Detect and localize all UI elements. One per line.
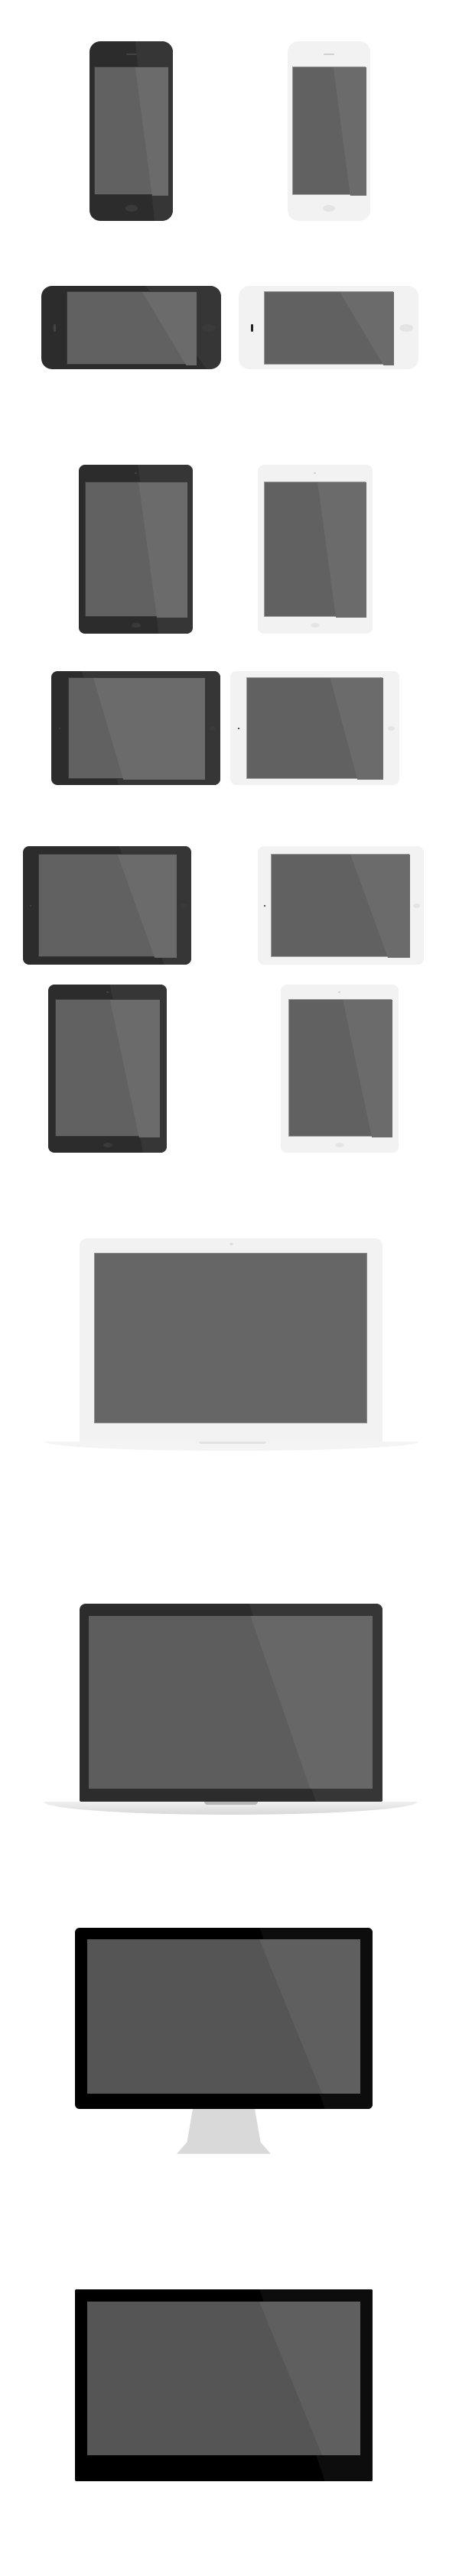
tablet-mini-dark-landscape [51,671,220,785]
screen [271,854,410,958]
screen-glare [350,855,410,958]
screen-glare [142,292,197,365]
phone-dark-portrait [90,41,173,221]
screen [94,1253,367,1423]
screen [85,482,187,618]
tablet-mini-white-portrait [258,465,373,634]
screen [68,677,205,780]
screen [87,1939,360,2094]
speaker-icon [250,323,253,332]
phone-white-portrait [288,41,370,221]
screen-glare [333,67,366,196]
tablet-mini-dark-portrait [79,465,193,634]
home-button-icon [399,323,413,332]
screen [55,999,160,1137]
screen-glare [117,855,177,958]
speaker-icon [53,323,56,332]
screen-glare [259,1939,360,2094]
home-button-icon [103,1142,112,1147]
home-button-icon [131,623,141,628]
camera-icon [106,991,109,993]
camera-icon [314,472,316,474]
screen-glare [259,2302,360,2455]
tablet-mini-white-landscape [230,671,399,785]
screen-glare [250,1616,373,1789]
trackpad-notch [199,1442,266,1444]
screen-glare [138,482,187,618]
screen-glare [135,67,168,196]
camera-icon [134,472,137,474]
home-button-icon [413,903,420,908]
laptop-dark [80,1604,382,1802]
speaker-icon [324,53,334,55]
phone-white-landscape [239,286,418,369]
home-button-icon [311,623,320,628]
screen [292,67,366,196]
screen-glare [330,678,383,780]
home-button-icon [387,725,395,731]
screen [67,291,197,365]
home-button-icon [180,903,187,908]
screen [264,482,366,618]
screen [288,999,392,1137]
home-button-icon [209,725,216,731]
camera-icon [338,991,340,993]
display-monitor [75,2289,373,2481]
camera-icon [30,904,31,907]
tablet-white-portrait [281,985,399,1153]
screen [246,677,383,780]
speaker-icon [125,53,137,55]
camera-icon [230,1243,233,1245]
home-button-icon [335,1142,344,1147]
home-button-icon [323,204,335,212]
tablet-dark-portrait [48,985,167,1153]
laptop-white [80,1238,382,1443]
tablet-white-landscape [258,846,424,965]
screen [87,2302,360,2455]
screen [38,854,177,958]
camera-icon [59,727,60,729]
screen [89,1616,373,1789]
phone-dark-landscape [41,286,221,369]
home-button-icon [125,204,138,212]
screen-glare [317,482,366,618]
desktop-monitor [75,1928,373,2109]
screen-glare [340,292,394,365]
screen-glare [93,678,205,780]
screen-glare [343,1000,392,1137]
monitor-stand [177,2109,271,2154]
screen [94,67,168,196]
camera-icon [237,727,239,729]
screen-glare [109,1000,160,1137]
tablet-dark-landscape [23,846,191,965]
trackpad-notch [204,1802,258,1805]
camera-icon [263,904,265,907]
screen [264,291,394,365]
home-button-icon [201,323,216,332]
